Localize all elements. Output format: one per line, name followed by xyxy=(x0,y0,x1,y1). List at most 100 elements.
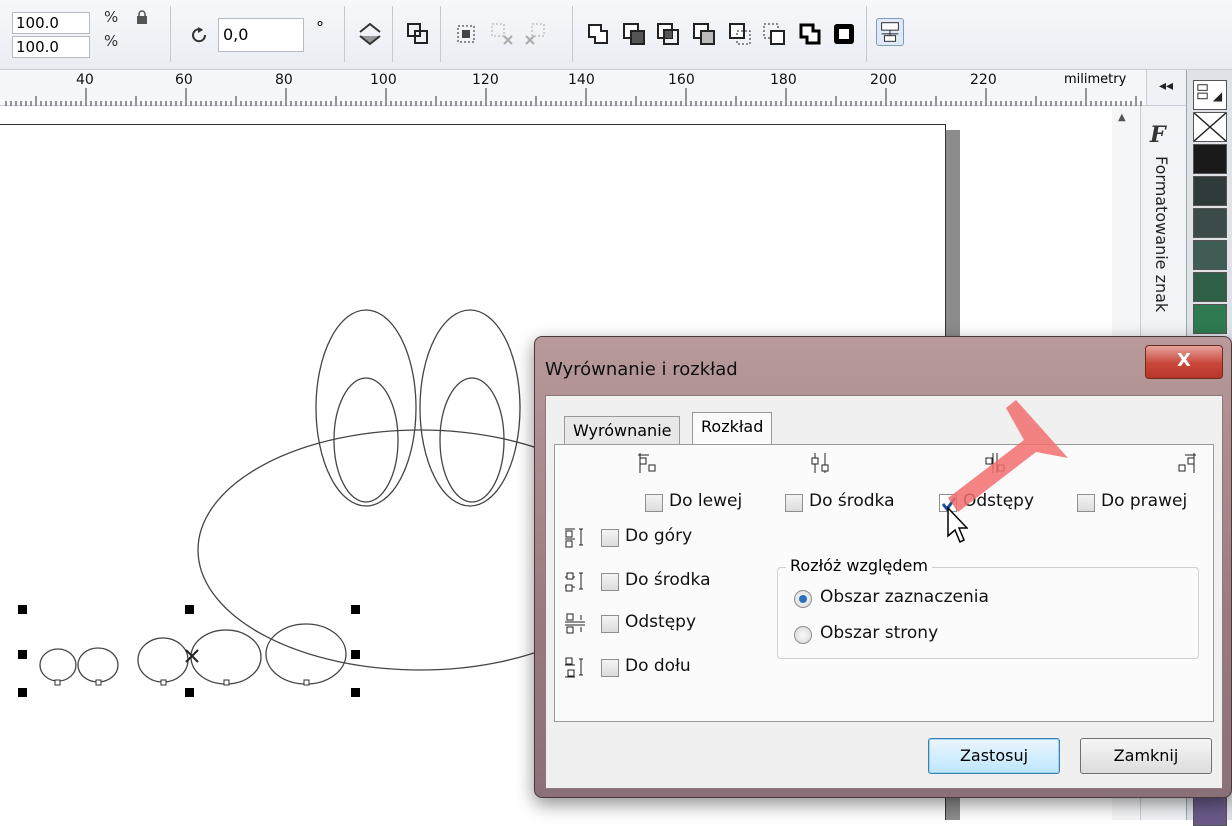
align-distribute-dialog: Wyrównanie i rozkład X Wyrównanie Rozkła… xyxy=(534,336,1232,798)
ruler-label: 160 xyxy=(668,72,695,88)
selection-handle[interactable] xyxy=(185,688,194,697)
selection-handle[interactable] xyxy=(18,688,27,697)
group-icon[interactable] xyxy=(404,20,432,48)
checkbox-label: Do środka xyxy=(809,491,895,511)
close-button[interactable]: Zamknij xyxy=(1080,738,1212,774)
ruler-label: 60 xyxy=(175,72,193,88)
weld-icon[interactable] xyxy=(584,20,612,48)
distribute-vcenter-icon xyxy=(565,572,583,592)
ruler-label: 40 xyxy=(76,72,94,88)
toolbar-separator xyxy=(866,6,867,62)
checkbox-distribute-left[interactable] xyxy=(645,494,663,512)
boundary-box-icon[interactable] xyxy=(830,20,858,48)
create-boundary-icon[interactable] xyxy=(796,20,824,48)
combine-icon[interactable] xyxy=(452,20,480,48)
toolbar-separator xyxy=(440,6,441,62)
radio-page-area[interactable] xyxy=(794,626,812,644)
checkbox-label: Do środka xyxy=(625,570,711,590)
no-color-swatch[interactable] xyxy=(1193,112,1227,142)
color-swatch-black[interactable] xyxy=(1193,144,1227,174)
toolbar-separator xyxy=(572,6,573,62)
checkbox-distribute-top[interactable] xyxy=(601,529,619,547)
toolbar-separator xyxy=(170,6,171,62)
apply-button[interactable]: Zastosuj xyxy=(928,738,1060,774)
color-swatch[interactable] xyxy=(1193,176,1227,206)
distribute-center-icon xyxy=(811,453,829,473)
trim-icon[interactable] xyxy=(620,20,648,48)
simplify-icon[interactable] xyxy=(690,20,718,48)
radio-label: Obszar zaznaczenia xyxy=(820,587,989,607)
distribute-right-icon xyxy=(1178,453,1196,473)
distribute-bottom-icon xyxy=(565,657,583,678)
front-minus-back-icon[interactable] xyxy=(726,20,754,48)
color-swatch[interactable] xyxy=(1193,796,1227,826)
color-swatch[interactable] xyxy=(1193,208,1227,238)
ruler-label: 180 xyxy=(770,72,797,88)
checkbox-distribute-center-h[interactable] xyxy=(785,494,803,512)
checkbox-label: Odstępy xyxy=(625,612,697,632)
checkbox-label: Do dołu xyxy=(625,656,691,676)
break-apart-icon[interactable] xyxy=(488,20,516,48)
selection-handle[interactable] xyxy=(18,650,27,659)
checkbox-label: Do góry xyxy=(625,526,693,546)
color-swatch[interactable] xyxy=(1193,240,1227,270)
checkbox-distribute-right[interactable] xyxy=(1077,494,1095,512)
selection-handle[interactable] xyxy=(351,688,360,697)
character-formatting-icon[interactable]: F xyxy=(1150,122,1166,148)
ruler-label: 140 xyxy=(568,72,595,88)
ruler-unit: milimetry xyxy=(1064,72,1127,87)
rotation-angle-field[interactable]: 0,0 xyxy=(218,18,304,52)
lock-ratio-icon[interactable] xyxy=(136,10,148,25)
checkbox-distribute-spacing-v[interactable] xyxy=(601,615,619,633)
back-minus-front-icon[interactable] xyxy=(760,20,788,48)
scale-x-percent: % xyxy=(104,8,119,26)
distribute-left-icon xyxy=(638,453,656,473)
radio-selection-area[interactable] xyxy=(794,590,812,608)
selection-handle[interactable] xyxy=(18,605,27,614)
dialog-close-button[interactable]: X xyxy=(1145,345,1223,379)
ruler-label: 80 xyxy=(275,72,293,88)
rotate-icon xyxy=(192,27,207,43)
collapse-docker-icon[interactable]: ◂◂ xyxy=(1159,78,1173,94)
checkmark-icon xyxy=(941,497,957,512)
docker-tab-character-formatting[interactable]: Formatowanie znak xyxy=(1152,156,1171,312)
checkbox-distribute-spacing-h[interactable] xyxy=(939,494,957,512)
distribute-panel: Do lewej Do środka Odstępy Do prawej Do … xyxy=(554,444,1214,722)
property-bar: 100.0 100.0 % % 0,0 ° xyxy=(0,0,1232,70)
scale-y-percent: % xyxy=(104,32,119,50)
tab-distribute[interactable]: Rozkład xyxy=(692,412,773,446)
ungroup-all-icon[interactable] xyxy=(522,20,550,48)
scroll-up-arrow-icon[interactable]: ▲ xyxy=(1118,112,1126,123)
ruler-label: 100 xyxy=(370,72,397,88)
radio-label: Obszar strony xyxy=(820,623,939,643)
scale-y-field[interactable]: 100.0 xyxy=(12,36,90,58)
distribute-vspacing-icon xyxy=(565,613,585,634)
checkbox-label: Odstępy xyxy=(963,491,1035,511)
checkbox-distribute-bottom[interactable] xyxy=(601,659,619,677)
selection-handle[interactable] xyxy=(351,650,360,659)
dialog-body: Wyrównanie Rozkład Do lewej Do środka Od… xyxy=(545,395,1223,789)
checkbox-distribute-center-v[interactable] xyxy=(601,573,619,591)
ruler-label: 120 xyxy=(472,72,499,88)
horizontal-ruler[interactable]: 40 60 80 100 120 140 160 180 200 220 mil… xyxy=(0,70,1146,106)
docker-header: ◂◂ xyxy=(1146,70,1186,106)
toolbar-separator xyxy=(344,6,345,62)
intersect-icon[interactable] xyxy=(654,20,682,48)
selection-handle[interactable] xyxy=(351,605,360,614)
selection-handle[interactable] xyxy=(185,605,194,614)
distribute-spacing-icon xyxy=(985,453,1005,473)
color-swatch[interactable] xyxy=(1193,304,1227,334)
tab-align[interactable]: Wyrównanie xyxy=(564,416,681,446)
ruler-label: 220 xyxy=(970,72,997,88)
color-swatch[interactable] xyxy=(1193,272,1227,302)
distribute-relative-group: Rozłóż względem Obszar zaznaczenia Obsza… xyxy=(777,556,1199,659)
degree-symbol: ° xyxy=(316,18,324,37)
align-distribute-icon[interactable] xyxy=(876,18,904,46)
ruler-label: 200 xyxy=(870,72,897,88)
scale-x-field[interactable]: 100.0 xyxy=(12,12,90,34)
palette-menu-icon[interactable] xyxy=(1193,80,1227,110)
mirror-icon[interactable] xyxy=(356,20,384,48)
group-title: Rozłóż względem xyxy=(786,556,932,575)
distribute-top-icon xyxy=(565,528,583,548)
toolbar-separator xyxy=(392,6,393,62)
